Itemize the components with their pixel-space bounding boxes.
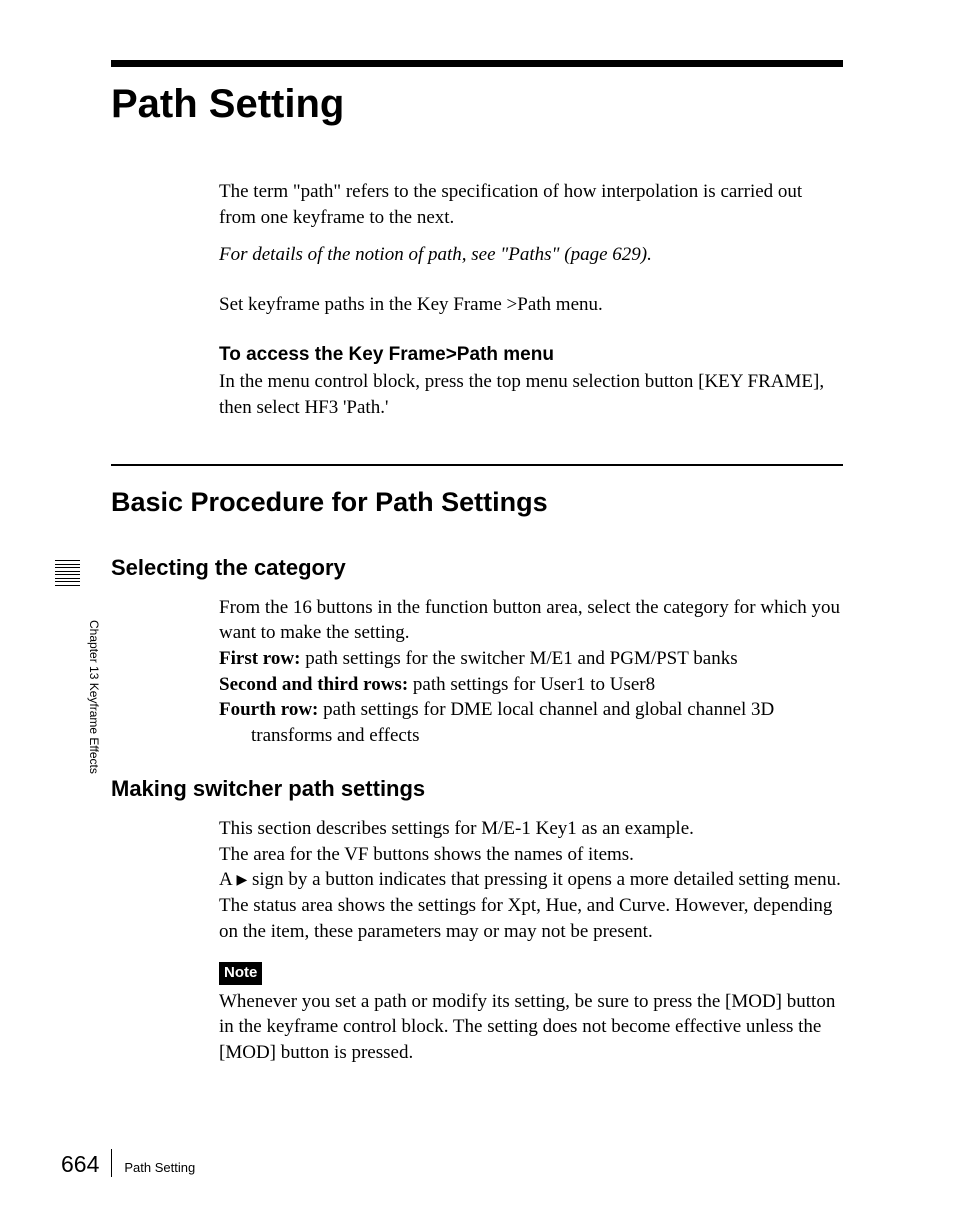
making-p1: This section describes settings for M/E-… <box>219 816 843 842</box>
section-rule <box>111 464 843 466</box>
footer-title: Path Setting <box>124 1159 195 1177</box>
row-fourth-label: Fourth row: <box>219 699 318 720</box>
side-tab: Chapter 13 Keyframe Effects <box>55 560 102 774</box>
row-second: Second and third rows: path settings for… <box>219 672 843 698</box>
selecting-intro: From the 16 buttons in the function butt… <box>219 595 843 646</box>
row-second-label: Second and third rows: <box>219 674 408 695</box>
row-first-label: First row: <box>219 648 300 669</box>
page-content: Path Setting The term "path" refers to t… <box>0 0 954 1066</box>
note-body: Whenever you set a path or modify its se… <box>219 989 843 1066</box>
making-p2: The area for the VF buttons shows the na… <box>219 842 843 868</box>
intro-paragraph-1: The term "path" refers to the specificat… <box>219 179 843 230</box>
making-p3: A ▶ sign by a button indicates that pres… <box>219 867 843 893</box>
making-p3b: sign by a button indicates that pressing… <box>247 869 841 890</box>
access-heading: To access the Key Frame>Path menu <box>219 342 843 368</box>
section-title: Basic Procedure for Path Settings <box>111 484 843 520</box>
intro-paragraph-2: For details of the notion of path, see "… <box>219 242 843 268</box>
side-tab-lines-icon <box>55 560 80 586</box>
page-footer: 664 Path Setting <box>61 1144 195 1180</box>
making-p3a: A <box>219 869 236 890</box>
making-title: Making switcher path settings <box>111 774 843 804</box>
row-fourth: Fourth row: path settings for DME local … <box>219 697 843 723</box>
row-first: First row: path settings for the switche… <box>219 646 843 672</box>
intro-paragraph-3: Set keyframe paths in the Key Frame >Pat… <box>219 292 843 318</box>
selecting-rows: First row: path settings for the switche… <box>219 646 843 749</box>
note-badge: Note <box>219 962 262 984</box>
row-fourth-text: path settings for DME local channel and … <box>318 699 774 720</box>
side-chapter-label: Chapter 13 Keyframe Effects <box>86 620 102 774</box>
page-title: Path Setting <box>111 77 843 131</box>
row-first-text: path settings for the switcher M/E1 and … <box>300 648 737 669</box>
row-fourth-cont-text: transforms and effects <box>251 725 419 746</box>
row-second-text: path settings for User1 to User8 <box>408 674 655 695</box>
access-body: In the menu control block, press the top… <box>219 369 843 420</box>
row-fourth-cont: transforms and effects <box>251 723 843 749</box>
title-rule <box>111 60 843 67</box>
triangle-right-icon: ▶ <box>236 872 247 891</box>
making-p4: The status area shows the settings for X… <box>219 893 843 944</box>
footer-divider <box>111 1149 112 1177</box>
selecting-title: Selecting the category <box>111 553 843 583</box>
page-number: 664 <box>61 1149 99 1180</box>
